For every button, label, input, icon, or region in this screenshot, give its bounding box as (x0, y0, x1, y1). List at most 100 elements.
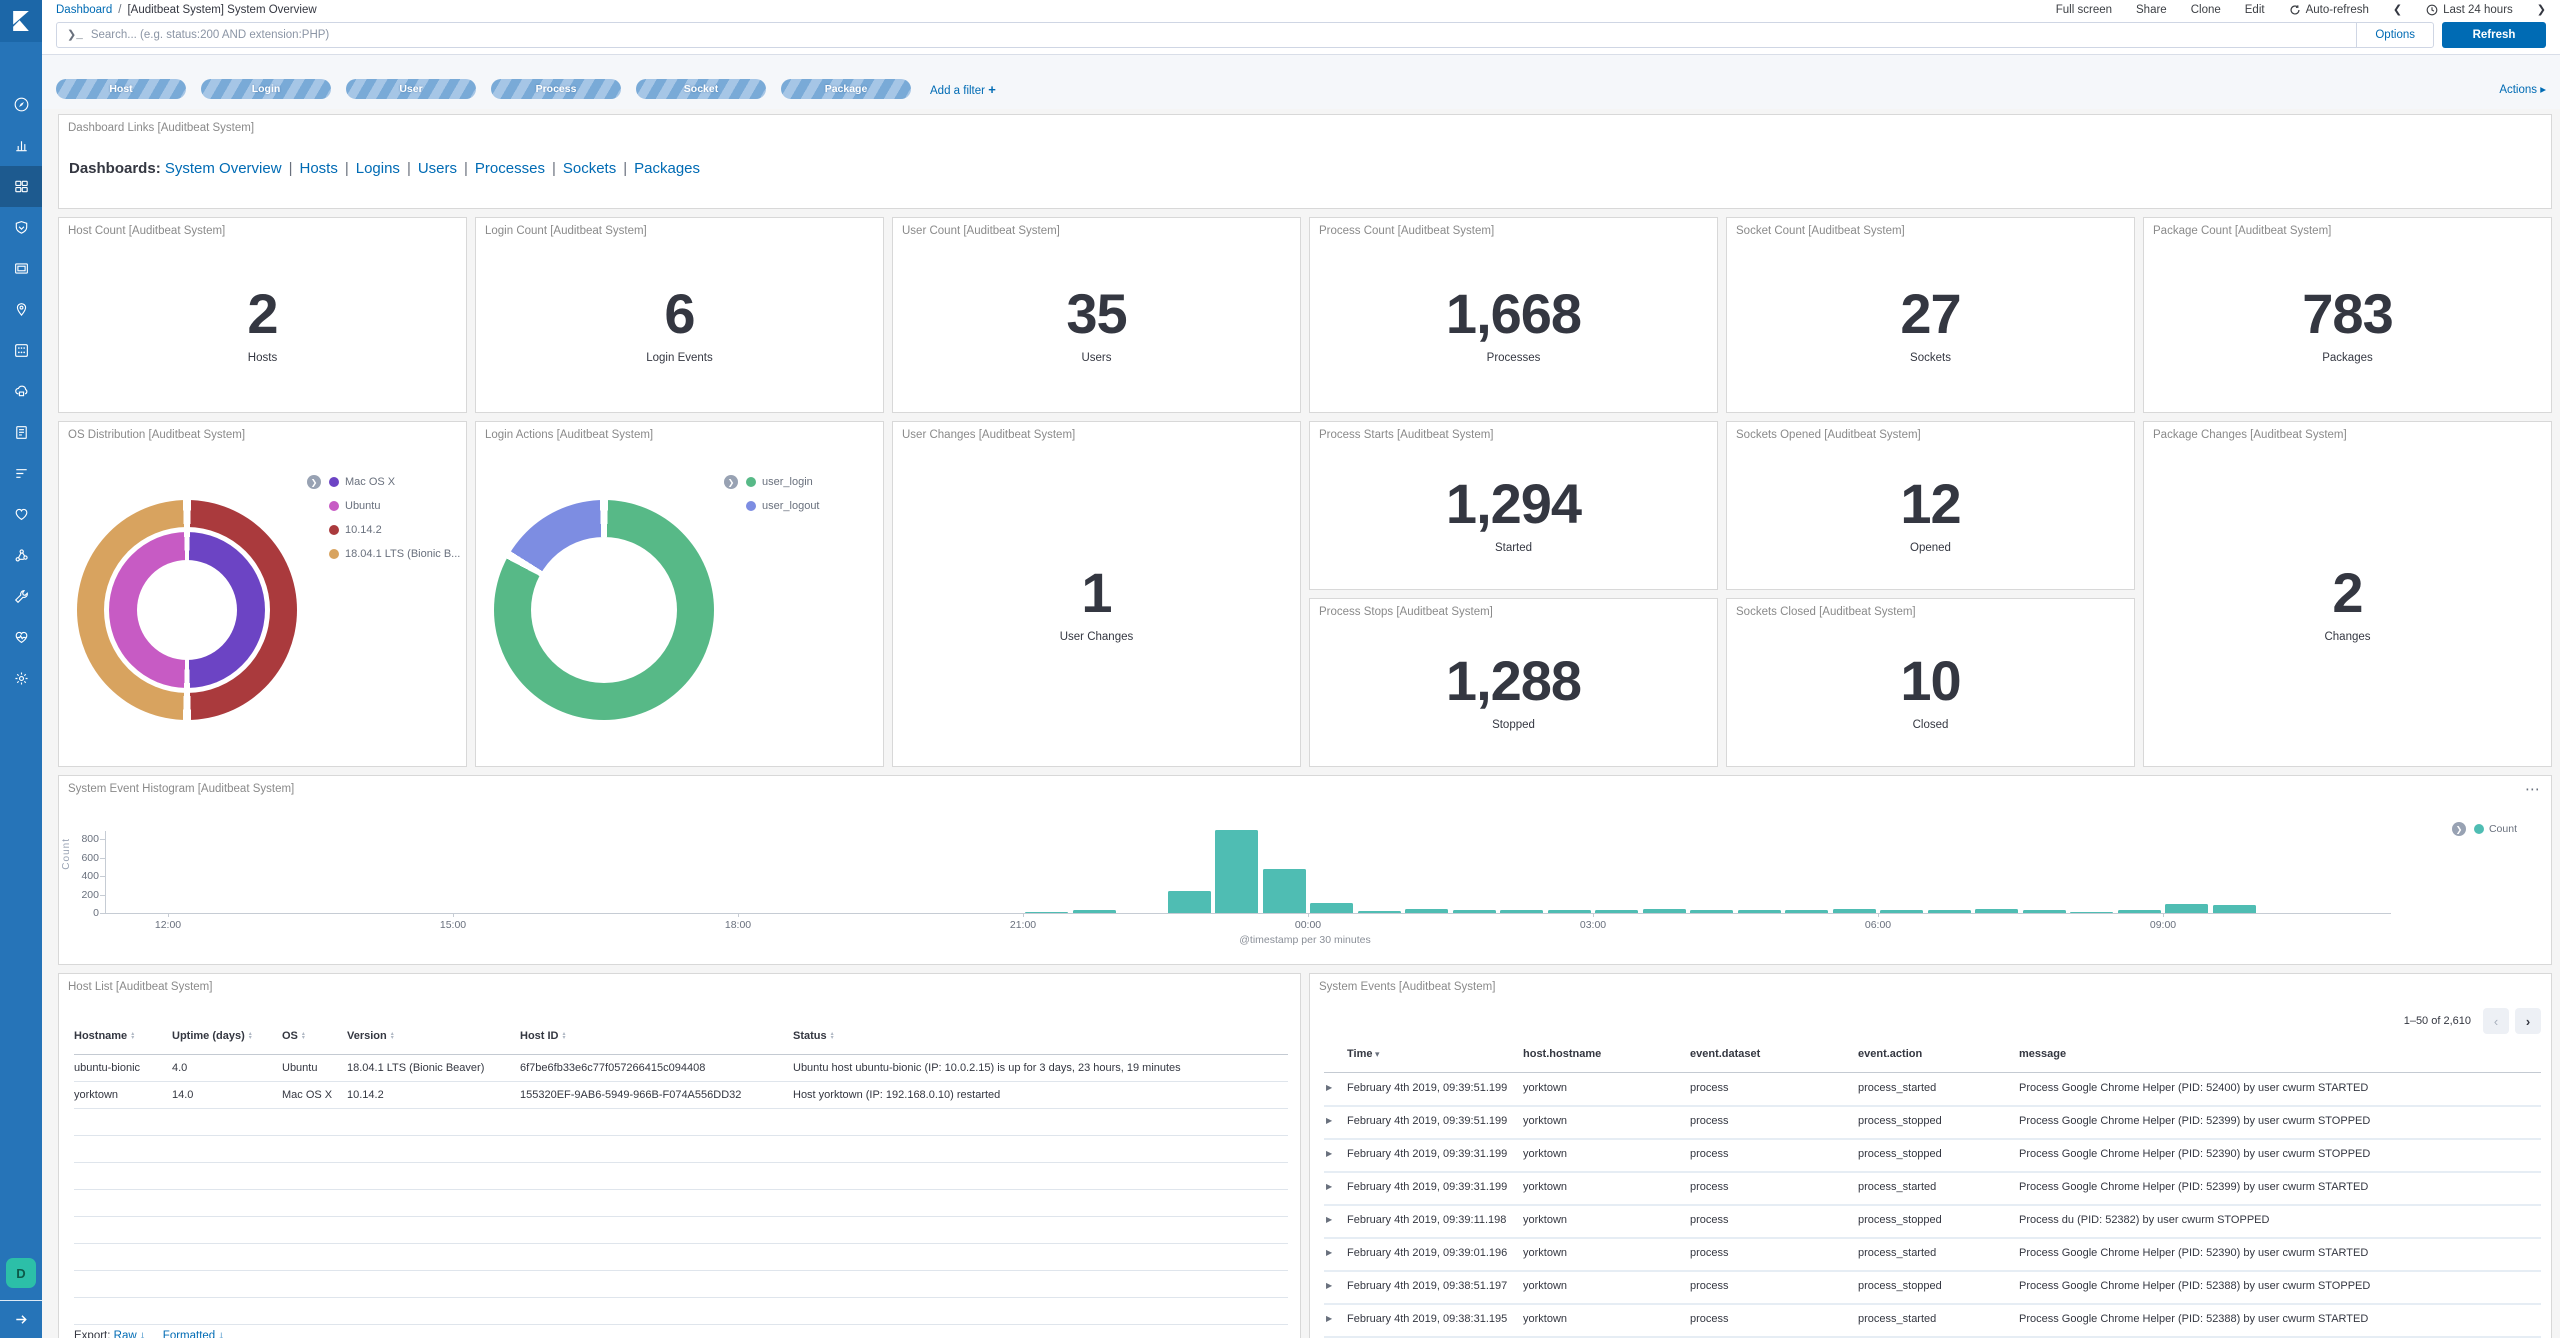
column-header-event-dataset[interactable]: event.dataset (1690, 1048, 1760, 1060)
legend-item-mac-os-x[interactable]: ❯Mac OS X (307, 470, 460, 494)
row-expand-button[interactable]: ▶ (1326, 1116, 1332, 1125)
time-back-button[interactable]: ❮ (2393, 3, 2402, 16)
column-header-message[interactable]: message (2019, 1048, 2066, 1060)
filter-pill-package[interactable]: Package (781, 79, 911, 99)
filter-pill-socket[interactable]: Socket (636, 79, 766, 99)
dashboard-link-packages[interactable]: Packages (634, 160, 700, 177)
histogram-bar[interactable] (2070, 912, 2113, 913)
histogram-bar[interactable] (1405, 909, 1448, 913)
dashboard-link-hosts[interactable]: Hosts (299, 160, 337, 177)
column-header-os[interactable]: OS▴▾ (282, 1030, 305, 1042)
filter-pill-login[interactable]: Login (201, 79, 331, 99)
row-expand-button[interactable]: ▶ (1326, 1083, 1332, 1092)
column-header-hostname[interactable]: Hostname▴▾ (74, 1030, 134, 1042)
histogram-bar[interactable] (1738, 910, 1781, 913)
histogram-bar[interactable] (1215, 830, 1258, 913)
histogram-bar[interactable] (1643, 909, 1686, 913)
os-distribution-donut[interactable] (77, 500, 297, 720)
sidebar-collapse-button[interactable] (0, 1301, 42, 1338)
histogram-bar[interactable] (2118, 910, 2161, 913)
refresh-button[interactable]: Refresh (2442, 22, 2546, 48)
legend-item-user_logout[interactable]: user_logout (724, 494, 820, 518)
legend-expand-icon[interactable]: ❯ (307, 475, 321, 489)
space-badge[interactable]: D (6, 1258, 36, 1288)
histogram-bar[interactable] (1453, 910, 1496, 913)
histogram-bar[interactable] (1975, 909, 2018, 913)
column-header-host-hostname[interactable]: host.hostname (1523, 1048, 1601, 1060)
histogram-bar[interactable] (1833, 909, 1876, 913)
pagination-next-button[interactable]: › (2515, 1008, 2541, 1034)
actions-menu-button[interactable]: Actions ▸ (2499, 82, 2546, 96)
sidebar-item-graph[interactable] (0, 535, 42, 576)
filter-pill-process[interactable]: Process (491, 79, 621, 99)
column-header-time[interactable]: Time ▾ (1347, 1048, 1380, 1060)
breadcrumb-dashboard-link[interactable]: Dashboard (56, 4, 112, 16)
row-expand-button[interactable]: ▶ (1326, 1215, 1332, 1224)
histogram-bar[interactable] (1880, 910, 1923, 913)
sidebar-item-canvas[interactable] (0, 248, 42, 289)
sidebar-item-timelion[interactable] (0, 207, 42, 248)
sidebar-item-dashboard[interactable] (0, 166, 42, 207)
histogram-bar[interactable] (1928, 910, 1971, 913)
histogram-bar[interactable] (1595, 910, 1638, 913)
add-filter-button[interactable]: Add a filter + (930, 82, 996, 97)
histogram-bar[interactable] (2023, 910, 2066, 913)
histogram-bar[interactable] (1548, 910, 1591, 913)
pagination-prev-button[interactable]: ‹ (2483, 1008, 2509, 1034)
histogram-bar[interactable] (2165, 904, 2208, 913)
sidebar-item-uptime[interactable] (0, 494, 42, 535)
column-header-event-action[interactable]: event.action (1858, 1048, 1922, 1060)
legend-expand-icon[interactable]: ❯ (2452, 822, 2466, 836)
histogram-bar[interactable] (1785, 910, 1828, 913)
sidebar-item-apm[interactable] (0, 453, 42, 494)
filter-pill-host[interactable]: Host (56, 79, 186, 99)
row-expand-button[interactable]: ▶ (1326, 1182, 1332, 1191)
sidebar-item-monitoring[interactable] (0, 617, 42, 658)
share-button[interactable]: Share (2136, 4, 2167, 16)
legend-item-10-14-2[interactable]: 10.14.2 (307, 518, 460, 542)
export-raw-link[interactable]: Raw ↓ (114, 1330, 146, 1338)
row-expand-button[interactable]: ▶ (1326, 1248, 1332, 1257)
histogram-bar[interactable] (1358, 911, 1401, 913)
histogram-bar[interactable] (1073, 910, 1116, 913)
histogram-bar[interactable] (2213, 905, 2256, 913)
sidebar-item-infrastructure[interactable] (0, 371, 42, 412)
histogram-bar[interactable] (1500, 910, 1543, 913)
legend-item-user_login[interactable]: ❯user_login (724, 470, 820, 494)
legend-expand-icon[interactable]: ❯ (724, 475, 738, 489)
histogram-bar[interactable] (1168, 891, 1211, 913)
sidebar-item-logs[interactable] (0, 412, 42, 453)
auto-refresh-button[interactable]: Auto-refresh (2289, 4, 2369, 16)
histogram-bar[interactable] (1263, 869, 1306, 913)
login-actions-donut[interactable] (494, 500, 714, 720)
column-header-host-id[interactable]: Host ID▴▾ (520, 1030, 566, 1042)
time-forward-button[interactable]: ❯ (2537, 3, 2546, 16)
histogram-bar[interactable] (1690, 910, 1733, 913)
sidebar-item-machine-learning[interactable] (0, 330, 42, 371)
options-button[interactable]: Options (2356, 22, 2433, 48)
sidebar-item-visualize[interactable] (0, 125, 42, 166)
row-expand-button[interactable]: ▶ (1326, 1281, 1332, 1290)
dashboard-link-system-overview[interactable]: System Overview (165, 160, 282, 177)
dashboard-link-sockets[interactable]: Sockets (563, 160, 616, 177)
histogram-bar[interactable] (1310, 903, 1353, 913)
column-header-version[interactable]: Version▴▾ (347, 1030, 394, 1042)
dashboard-link-users[interactable]: Users (418, 160, 457, 177)
row-expand-button[interactable]: ▶ (1326, 1314, 1332, 1323)
sidebar-item-maps[interactable] (0, 289, 42, 330)
filter-pill-user[interactable]: User (346, 79, 476, 99)
column-header-status[interactable]: Status▴▾ (793, 1030, 834, 1042)
export-formatted-link[interactable]: Formatted ↓ (163, 1330, 224, 1338)
row-expand-button[interactable]: ▶ (1326, 1149, 1332, 1158)
full-screen-button[interactable]: Full screen (2056, 4, 2112, 16)
dashboard-link-logins[interactable]: Logins (356, 160, 400, 177)
sidebar-item-management[interactable] (0, 658, 42, 699)
legend-item-18-04-1-lts-bionic-b-[interactable]: 18.04.1 LTS (Bionic B... (307, 542, 460, 566)
sidebar-item-discover[interactable] (0, 84, 42, 125)
dashboard-link-processes[interactable]: Processes (475, 160, 545, 177)
clone-button[interactable]: Clone (2191, 4, 2221, 16)
legend-item-ubuntu[interactable]: Ubuntu (307, 494, 460, 518)
sidebar-item-dev-tools[interactable] (0, 576, 42, 617)
search-input[interactable] (91, 29, 2357, 41)
time-range-picker[interactable]: Last 24 hours (2426, 4, 2513, 16)
